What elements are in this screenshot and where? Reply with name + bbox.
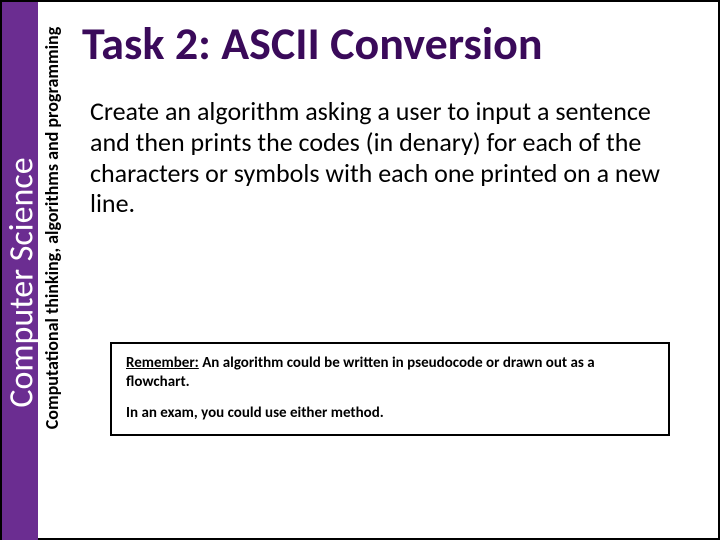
sidebar-sub-label: Computational thinking, algorithms and p… bbox=[41, 0, 63, 478]
sidebar-main-label: Computer Science bbox=[2, 33, 43, 533]
task-description: Create an algorithm asking a user to inp… bbox=[82, 96, 698, 219]
remember-line: Remember: An algorithm could be written … bbox=[126, 354, 654, 392]
content-area: Task 2: ASCII Conversion Create an algor… bbox=[82, 20, 698, 219]
slide-title: Task 2: ASCII Conversion bbox=[82, 20, 698, 68]
remember-callout: Remember: An algorithm could be written … bbox=[110, 342, 670, 436]
exam-note: In an exam, you could use either method. bbox=[126, 404, 654, 423]
slide: Computer Science Computational thinking,… bbox=[0, 0, 720, 540]
remember-label: Remember: bbox=[126, 354, 199, 372]
